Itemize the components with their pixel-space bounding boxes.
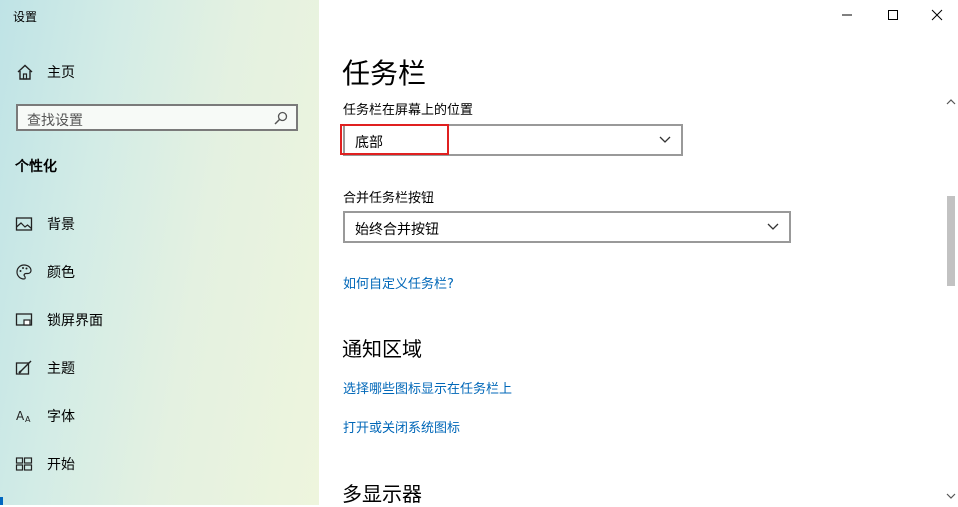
svg-text:A: A [25, 415, 31, 424]
sidebar-item-label: 主页 [47, 65, 75, 81]
system-icons-link[interactable]: 打开或关闭系统图标 [343, 417, 460, 436]
combine-label: 合并任务栏按钮 [343, 191, 435, 206]
sidebar-item-themes[interactable]: 主题 [15, 358, 75, 378]
close-button[interactable] [914, 0, 958, 30]
sidebar-item-colors[interactable]: 颜色 [15, 262, 75, 282]
svg-text:A: A [16, 409, 25, 423]
section-title: 个性化 [15, 159, 57, 175]
sidebar-item-label: 锁屏界面 [47, 313, 103, 329]
search-icon[interactable] [274, 111, 288, 125]
maximize-button[interactable] [870, 0, 916, 30]
chevron-down-icon [767, 223, 779, 230]
home-icon [17, 64, 33, 80]
sidebar-item-start[interactable]: 开始 [15, 454, 75, 474]
image-icon [15, 217, 33, 231]
sidebar-item-label: 主题 [47, 361, 75, 377]
minimize-icon [842, 14, 852, 16]
search-input[interactable]: 查找设置 [16, 104, 298, 131]
multiple-displays-heading: 多显示器 [342, 482, 422, 506]
highlight-box [340, 124, 449, 155]
sidebar-item-label: 字体 [47, 409, 75, 425]
selection-indicator [0, 497, 3, 505]
lock-screen-icon [15, 313, 33, 326]
page-title: 任务栏 [342, 57, 427, 90]
notification-area-heading: 通知区域 [342, 337, 422, 361]
customize-taskbar-link[interactable]: 如何自定义任务栏? [343, 273, 454, 292]
sidebar-item-label: 背景 [47, 217, 75, 233]
select-icons-link[interactable]: 选择哪些图标显示在任务栏上 [343, 378, 512, 397]
sidebar-item-background[interactable]: 背景 [15, 214, 75, 234]
palette-icon [16, 264, 32, 280]
sidebar-item-home[interactable]: 主页 [16, 62, 75, 82]
sidebar-item-lock-screen[interactable]: 锁屏界面 [15, 310, 103, 330]
scrollbar-thumb[interactable] [947, 196, 955, 286]
theme-icon [15, 360, 32, 375]
close-icon [931, 9, 943, 21]
minimize-button[interactable] [824, 0, 870, 30]
scroll-down-icon[interactable] [946, 491, 956, 501]
sidebar-item-label: 颜色 [47, 265, 75, 281]
chevron-down-icon [659, 136, 671, 143]
window-title: 设置 [13, 10, 38, 24]
sidebar: 设置 主页 查找设置 个性化 背景 颜色 锁屏界面 主题 A A 字体 开始 [0, 0, 319, 505]
font-icon: A A [16, 409, 31, 424]
start-icon [15, 457, 33, 471]
combine-buttons-dropdown[interactable]: 始终合并按钮 [343, 211, 791, 243]
search-placeholder: 查找设置 [27, 113, 83, 129]
maximize-icon [888, 10, 898, 20]
sidebar-item-label: 开始 [47, 457, 75, 473]
position-label: 任务栏在屏幕上的位置 [343, 103, 474, 118]
sidebar-item-fonts[interactable]: A A 字体 [15, 406, 75, 426]
dropdown-value: 始终合并按钮 [355, 222, 439, 238]
scroll-up-icon[interactable] [946, 97, 956, 107]
scrollbar[interactable] [944, 95, 958, 505]
